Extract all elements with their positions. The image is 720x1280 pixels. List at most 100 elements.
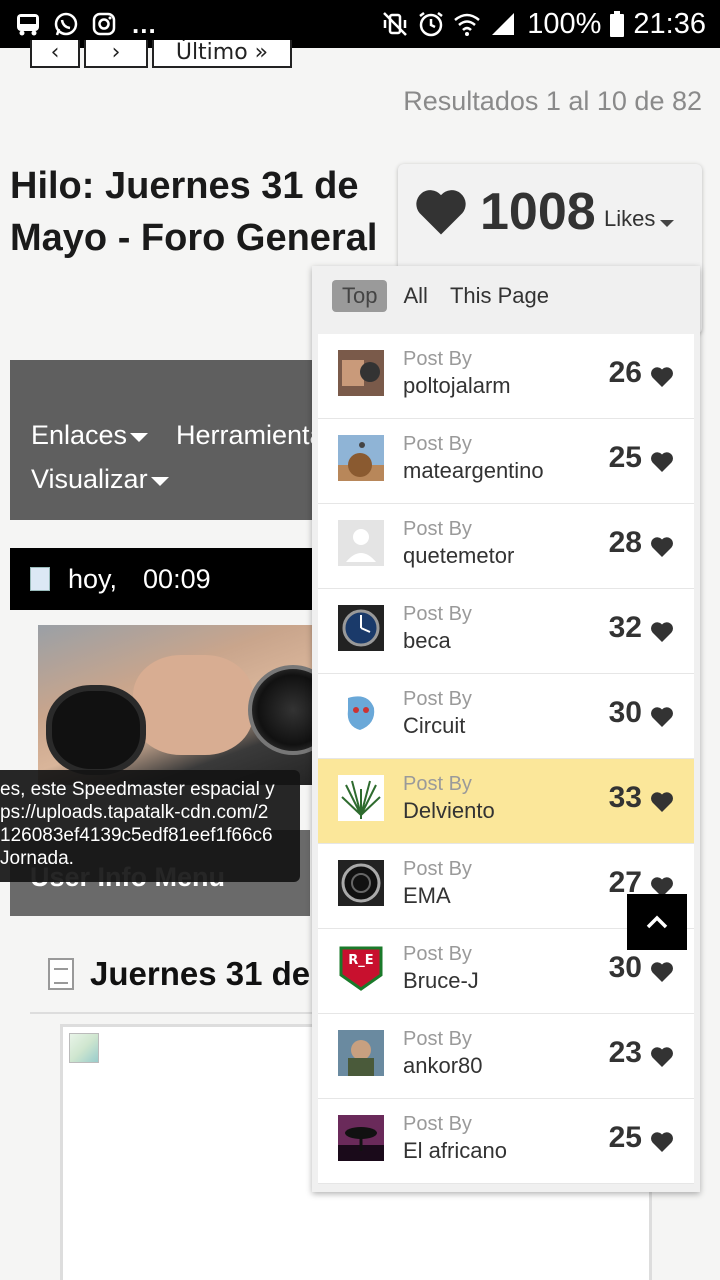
links-menu[interactable]: Enlaces xyxy=(31,420,149,451)
tooltip-line: Jornada. xyxy=(0,848,74,869)
liker-row[interactable]: Post By quetemetor 28 xyxy=(318,504,694,589)
prev-page-button[interactable]: › xyxy=(84,40,148,68)
avatar[interactable] xyxy=(338,605,384,651)
avatar[interactable] xyxy=(338,860,384,906)
mute-vibrate-icon xyxy=(381,10,409,38)
view-menu[interactable]: Visualizar xyxy=(31,464,169,495)
tooltip: es, este Speedmaster espacial y ps://upl… xyxy=(0,770,300,882)
alarm-icon xyxy=(417,10,445,38)
post-by-label: Post By xyxy=(403,348,472,370)
post-by-label: Post By xyxy=(403,773,472,795)
notification-overflow: ... xyxy=(132,9,157,39)
tab-all[interactable]: All xyxy=(403,280,427,312)
heart-icon xyxy=(650,706,674,732)
liker-row[interactable]: Post By El africano 25 xyxy=(318,1099,694,1184)
heart-icon xyxy=(650,1046,674,1072)
liker-count: 26 xyxy=(608,356,642,389)
heart-icon xyxy=(650,1131,674,1157)
wifi-icon xyxy=(453,10,481,38)
results-count: Resultados 1 al 10 de 82 xyxy=(403,86,702,116)
view-menu-label: Visualizar xyxy=(31,464,148,494)
liker-username[interactable]: Circuit xyxy=(403,713,465,739)
liker-row[interactable]: Post By mateargentino 25 xyxy=(318,419,694,504)
chevron-up-icon xyxy=(646,915,668,929)
liker-username[interactable]: El africano xyxy=(403,1138,507,1164)
tooltip-line: es, este Speedmaster espacial y xyxy=(0,779,275,800)
heart-icon xyxy=(414,186,468,242)
liker-count: 32 xyxy=(608,611,642,644)
tools-menu-label: Herramientas xyxy=(176,420,330,450)
post-title: Juernes 31 de xyxy=(90,955,311,992)
post-date: hoy, xyxy=(68,563,118,594)
post-by-label: Post By xyxy=(403,1028,472,1050)
liker-row[interactable]: Post By Circuit 30 xyxy=(318,674,694,759)
heart-icon xyxy=(650,366,674,392)
first-page-button[interactable]: ‹ xyxy=(30,40,80,68)
liker-count: 25 xyxy=(608,441,642,474)
liker-row[interactable]: Post By poltojalarm 26 xyxy=(318,334,694,419)
tools-menu[interactable]: Herramientas xyxy=(176,420,330,451)
battery-percentage: 100% xyxy=(527,7,602,40)
whatsapp-icon xyxy=(52,10,80,38)
liker-username[interactable]: poltojalarm xyxy=(403,373,511,399)
avatar[interactable] xyxy=(338,1115,384,1161)
post-by-label: Post By xyxy=(403,433,472,455)
post-by-label: Post By xyxy=(403,858,472,880)
post-by-label: Post By xyxy=(403,943,472,965)
broken-image-icon xyxy=(69,1033,99,1063)
likers-list: Post By poltojalarm 26 Post By mateargentino… xyxy=(318,334,694,1184)
likes-tabs: Top All This Page xyxy=(332,280,549,312)
liker-row[interactable]: Post By Delviento 33 xyxy=(318,759,694,844)
post-by-label: Post By xyxy=(403,1113,472,1135)
caret-down-icon xyxy=(150,477,169,486)
tab-top[interactable]: Top xyxy=(332,280,388,312)
post-header: hoy, 00:09 xyxy=(10,548,330,610)
avatar[interactable] xyxy=(338,690,384,736)
caret-down-icon xyxy=(130,433,149,442)
avatar[interactable] xyxy=(338,520,384,566)
avatar[interactable] xyxy=(338,775,384,821)
liker-username[interactable]: beca xyxy=(403,628,451,654)
liker-row[interactable]: Post By ankor80 23 xyxy=(318,1014,694,1099)
tooltip-line: ps://uploads.tapatalk-cdn.com/2 xyxy=(0,802,269,823)
heart-icon xyxy=(650,961,674,987)
liker-count: 28 xyxy=(608,526,642,559)
heart-icon xyxy=(650,791,674,817)
avatar[interactable] xyxy=(338,435,384,481)
liker-username[interactable]: Delviento xyxy=(403,798,495,824)
post-heading: Juernes 31 de xyxy=(48,955,310,993)
last-page-button[interactable]: Último » xyxy=(152,40,292,68)
heart-icon xyxy=(650,536,674,562)
liker-username[interactable]: mateargentino xyxy=(403,458,544,484)
thread-toolbar: Enlaces Herramientas Visualizar xyxy=(10,360,330,520)
likes-count: 1008 xyxy=(480,183,596,241)
liker-username[interactable]: EMA xyxy=(403,883,451,909)
liker-count: 30 xyxy=(608,951,642,984)
links-menu-label: Enlaces xyxy=(31,420,128,450)
avatar[interactable]: R_E xyxy=(338,945,384,991)
liker-username[interactable]: ankor80 xyxy=(403,1053,483,1079)
signal-icon xyxy=(489,10,517,38)
liker-username[interactable]: Bruce-J xyxy=(403,968,479,994)
liker-count: 30 xyxy=(608,696,642,729)
likes-label: Likes xyxy=(604,206,656,231)
liker-row[interactable]: Post By beca 32 xyxy=(318,589,694,674)
scroll-to-top-button[interactable] xyxy=(627,894,687,950)
post-by-label: Post By xyxy=(403,688,472,710)
clock: 21:36 xyxy=(633,7,706,40)
tooltip-line: 126083ef4139c5edf81eef1f66c6 xyxy=(0,825,273,846)
battery-icon xyxy=(609,10,625,38)
divider xyxy=(30,1012,320,1014)
bus-icon xyxy=(14,10,42,38)
avatar[interactable] xyxy=(338,1030,384,1076)
post-time: 00:09 xyxy=(143,563,211,594)
user-avatar-photo[interactable] xyxy=(38,625,330,785)
tab-this-page[interactable]: This Page xyxy=(450,280,549,312)
liker-count: 25 xyxy=(608,1121,642,1154)
caret-down-icon[interactable] xyxy=(660,220,674,227)
instagram-icon xyxy=(90,10,118,38)
document-icon xyxy=(30,567,50,591)
liker-username[interactable]: quetemetor xyxy=(403,543,514,569)
post-by-label: Post By xyxy=(403,603,472,625)
avatar[interactable] xyxy=(338,350,384,396)
